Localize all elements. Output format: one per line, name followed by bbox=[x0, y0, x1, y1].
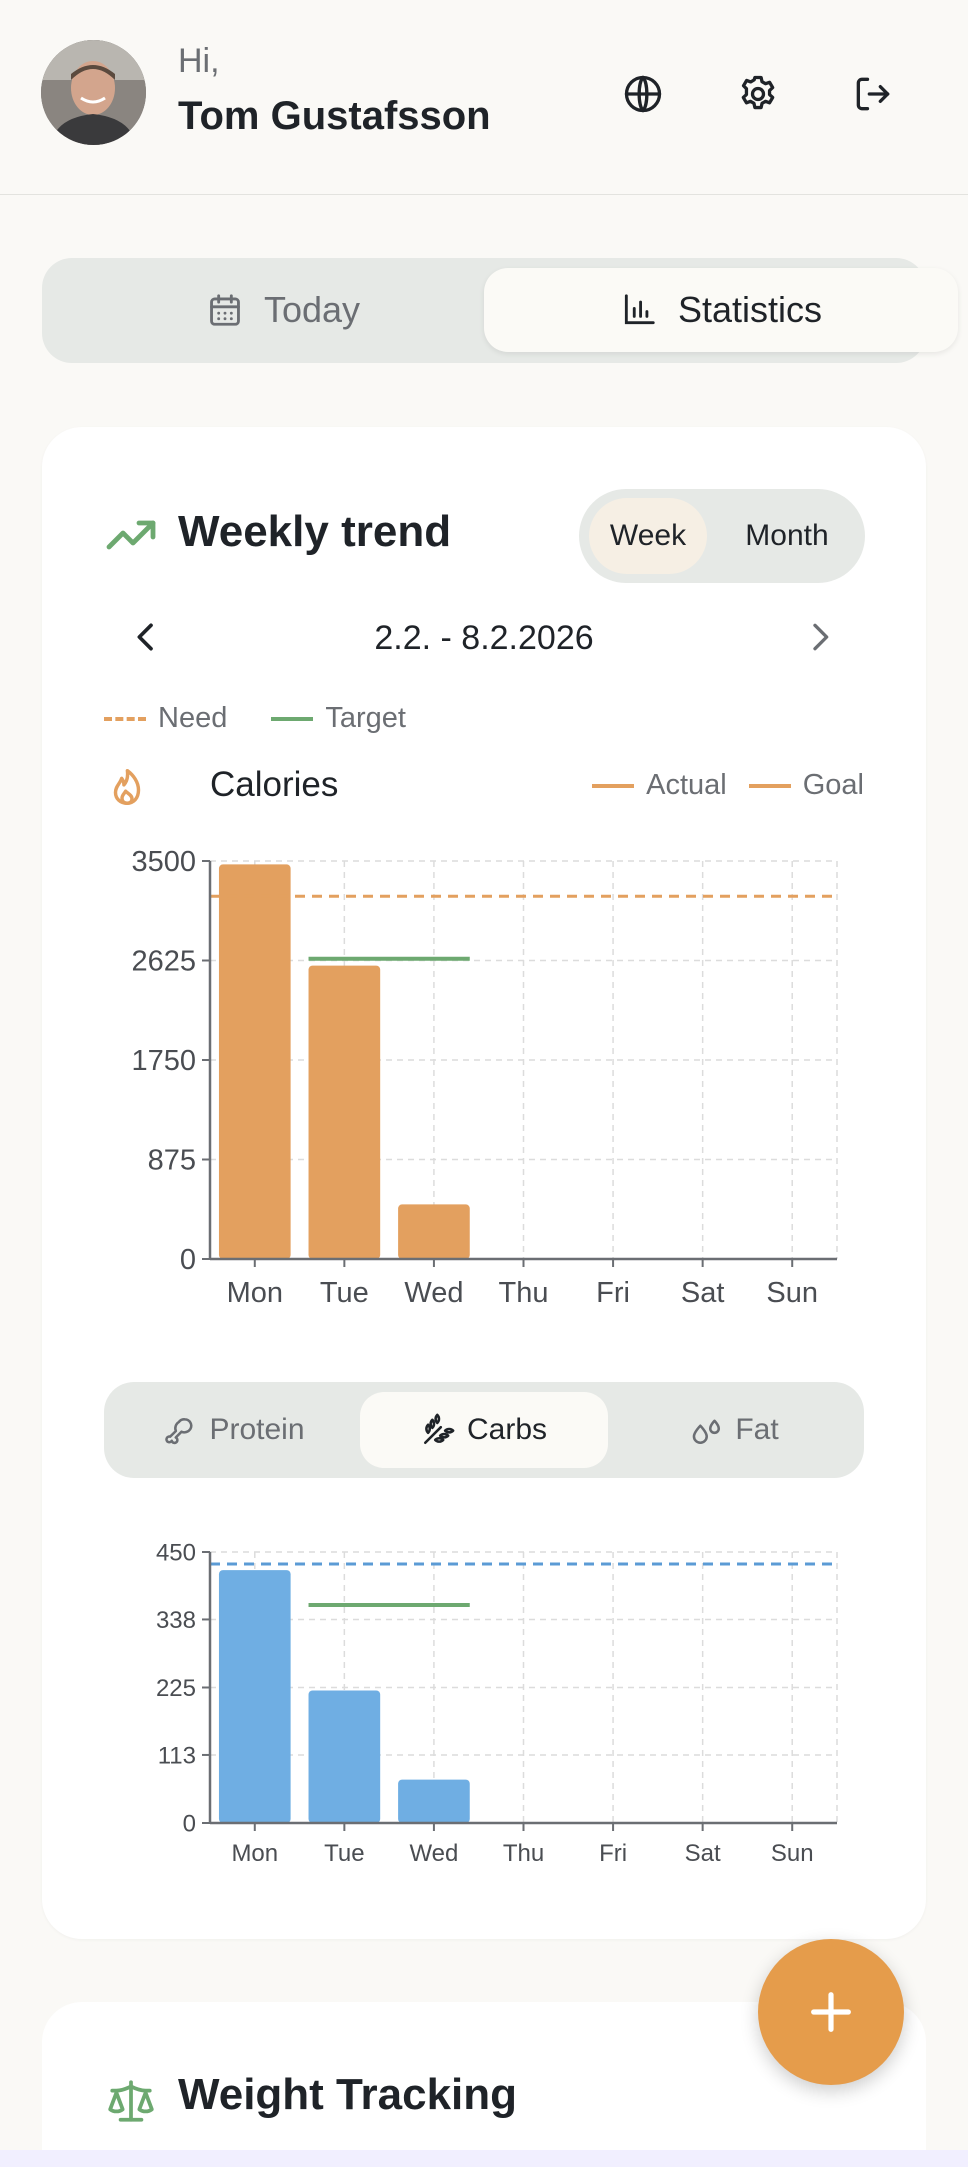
droplets-icon bbox=[692, 1419, 721, 1445]
period-month-button[interactable]: Month bbox=[719, 498, 855, 574]
card-title: Weekly trend bbox=[178, 507, 452, 556]
chevron-right-icon[interactable] bbox=[800, 617, 840, 657]
flame-icon bbox=[113, 768, 141, 805]
y-tick-label: 1750 bbox=[131, 1045, 196, 1077]
y-tick-label: 338 bbox=[156, 1607, 196, 1634]
bar bbox=[218, 864, 291, 1259]
x-tick-label: Sat bbox=[685, 1840, 721, 1867]
x-tick-label: Tue bbox=[324, 1840, 364, 1867]
period-toggle: Week Month bbox=[579, 489, 865, 583]
system-bar bbox=[0, 2150, 968, 2167]
tab-carbs-label: Carbs bbox=[466, 1413, 548, 1446]
chart-legend: Need Target bbox=[104, 702, 450, 735]
gear-icon[interactable] bbox=[736, 72, 780, 116]
y-tick-label: 0 bbox=[183, 1810, 196, 1837]
x-tick-label: Fri bbox=[596, 1277, 630, 1309]
y-tick-label: 875 bbox=[148, 1145, 196, 1177]
y-tick-label: 113 bbox=[158, 1742, 196, 1769]
weight-tracking-title: Weight Tracking bbox=[178, 2070, 518, 2119]
x-tick-label: Thu bbox=[499, 1277, 549, 1309]
legend-goal: Goal bbox=[748, 769, 864, 802]
weekly-trend-card: Weekly trend Week Month 2.2. - 8.2.2026 … bbox=[42, 427, 926, 1939]
calories-header: Calories Actual Goal bbox=[104, 763, 864, 813]
y-tick-label: 450 bbox=[156, 1539, 196, 1566]
user-name: Tom Gustafsson bbox=[178, 94, 491, 138]
wheat-icon bbox=[423, 1413, 455, 1445]
tab-protein-label: Protein bbox=[209, 1413, 305, 1446]
legend-goal-label: Goal bbox=[802, 769, 864, 801]
drumstick-icon bbox=[165, 1418, 193, 1445]
x-tick-label: Tue bbox=[320, 1277, 369, 1309]
bar bbox=[398, 1779, 470, 1823]
add-button[interactable] bbox=[758, 1939, 904, 2085]
y-tick-label: 0 bbox=[180, 1244, 196, 1276]
tab-today[interactable]: Today bbox=[52, 268, 514, 352]
legend-target-label: Target bbox=[325, 702, 406, 734]
macro-tabs: Protein Carbs Fat bbox=[104, 1382, 864, 1478]
x-tick-label: Wed bbox=[409, 1840, 458, 1867]
bar bbox=[308, 1690, 381, 1823]
trending-up-icon bbox=[106, 520, 156, 550]
x-tick-label: Sat bbox=[681, 1277, 725, 1309]
x-tick-label: Sun bbox=[766, 1277, 818, 1309]
tab-today-label: Today bbox=[263, 289, 361, 330]
tab-carbs[interactable]: Carbs bbox=[360, 1392, 608, 1468]
calories-title: Calories bbox=[210, 765, 339, 804]
tab-protein[interactable]: Protein bbox=[114, 1392, 354, 1468]
y-tick-label: 2625 bbox=[131, 946, 196, 978]
app-header: Hi, Tom Gustafsson bbox=[0, 0, 968, 195]
legend-need: Need bbox=[104, 702, 227, 735]
x-tick-label: Sun bbox=[771, 1840, 814, 1867]
x-tick-label: Mon bbox=[231, 1840, 278, 1867]
x-tick-label: Fri bbox=[599, 1840, 627, 1867]
avatar[interactable] bbox=[41, 40, 146, 145]
tab-fat[interactable]: Fat bbox=[614, 1392, 854, 1468]
legend-target: Target bbox=[271, 702, 406, 735]
view-tabs: Today Statistics bbox=[42, 258, 958, 363]
bar bbox=[308, 965, 381, 1259]
legend-need-label: Need bbox=[158, 702, 228, 734]
period-week-button[interactable]: Week bbox=[589, 498, 707, 574]
tab-statistics[interactable]: Statistics bbox=[484, 268, 958, 352]
carbs-chart: 0 113 225 338 450 Mon Tue Wed Thu Fri Sat Sun bbox=[156, 1539, 838, 1867]
legend-actual-label: Actual bbox=[646, 769, 727, 801]
date-range: 2.2. - 8.2.2026 bbox=[374, 619, 594, 657]
bar bbox=[398, 1204, 470, 1259]
greeting-text: Hi, bbox=[178, 42, 220, 80]
calories-chart: 0 875 1750 2625 3500 Mon Tue Wed Thu Fri Sat Sun bbox=[131, 846, 838, 1309]
x-tick-label: Thu bbox=[503, 1840, 544, 1867]
bar bbox=[218, 1570, 291, 1823]
logout-icon[interactable] bbox=[851, 72, 895, 116]
calendar-icon bbox=[210, 294, 240, 326]
plus-icon bbox=[811, 1992, 851, 2032]
y-tick-label: 3500 bbox=[131, 846, 196, 878]
x-tick-label: Mon bbox=[227, 1277, 283, 1309]
tab-fat-label: Fat bbox=[735, 1413, 779, 1446]
y-tick-label: 225 bbox=[156, 1675, 196, 1702]
x-tick-label: Wed bbox=[404, 1277, 463, 1309]
globe-icon[interactable] bbox=[621, 72, 665, 116]
tab-statistics-label: Statistics bbox=[677, 289, 823, 330]
calories-legend: Actual Goal bbox=[570, 769, 864, 802]
bar-chart-icon bbox=[624, 294, 655, 325]
scale-icon bbox=[108, 2080, 154, 2122]
legend-actual: Actual bbox=[592, 769, 727, 802]
